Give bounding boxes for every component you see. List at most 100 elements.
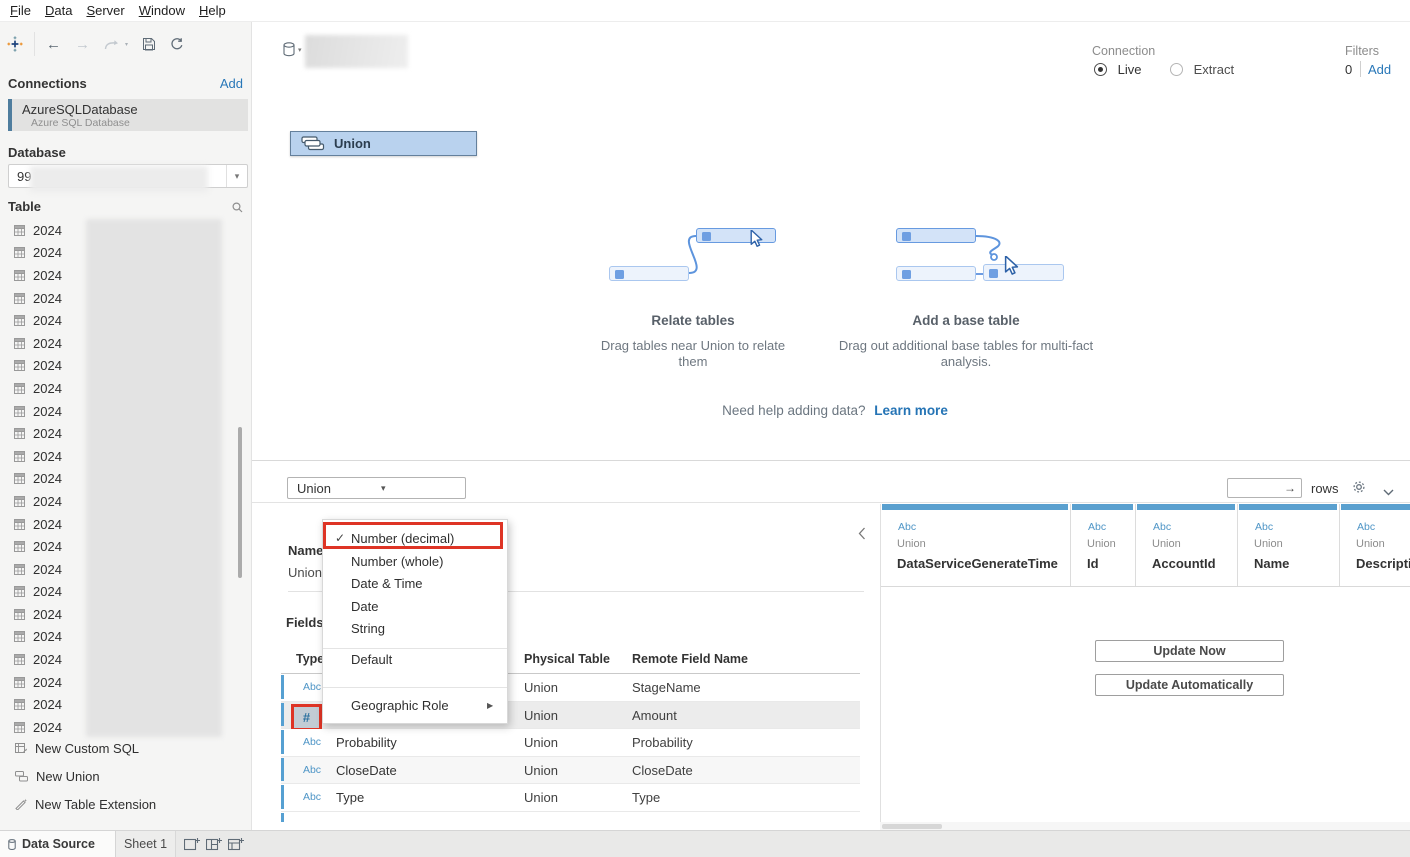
chevron-down-icon: ▾ xyxy=(381,483,456,494)
menu-item-string[interactable]: String xyxy=(351,621,385,637)
new-custom-sql[interactable]: New Custom SQL xyxy=(0,737,252,759)
table-name: 2024 xyxy=(33,494,62,509)
col-header-type[interactable]: Type xyxy=(296,652,324,666)
menu-item-date-time[interactable]: Date & Time xyxy=(351,576,423,592)
menu-item-number-whole[interactable]: Number (whole) xyxy=(351,554,443,570)
grid-column-header[interactable]: Abc Union AccountId xyxy=(1136,504,1238,586)
datasource-icon[interactable] xyxy=(283,42,295,60)
scrollbar-thumb[interactable] xyxy=(882,824,942,829)
grid-horizontal-scrollbar[interactable] xyxy=(880,822,1410,830)
table-icon xyxy=(14,699,25,710)
relate-title: Relate tables xyxy=(593,313,793,328)
forward-button[interactable]: → xyxy=(75,36,90,53)
table-row[interactable]: Abc CloseDate Union CloseDate xyxy=(281,757,860,785)
learn-more-link[interactable]: Learn more xyxy=(874,403,948,418)
table-name: 2024 xyxy=(33,223,62,238)
filters-count: 0 xyxy=(1345,62,1352,77)
table-row[interactable]: Abc Type Union Type xyxy=(281,784,860,812)
chevron-down-icon[interactable]: ▾ xyxy=(226,165,247,187)
grid-column-header[interactable]: Abc Union Id xyxy=(1071,504,1136,586)
table-icon xyxy=(14,519,25,530)
update-now-button[interactable]: Update Now xyxy=(1095,640,1284,662)
new-worksheet-button[interactable] xyxy=(184,837,201,854)
table-name: 2024 xyxy=(33,471,62,486)
cursor-icon xyxy=(750,230,763,248)
menu-divider xyxy=(323,648,507,649)
table-select[interactable]: Union ▾ xyxy=(287,477,466,499)
data-source-icon xyxy=(8,839,16,850)
new-dashboard-button[interactable] xyxy=(206,837,223,854)
menu-item-date[interactable]: Date xyxy=(351,599,378,615)
new-union[interactable]: New Union xyxy=(0,765,252,787)
menu-server[interactable]: Server xyxy=(79,3,131,18)
new-table-extension[interactable]: New Table Extension xyxy=(0,793,252,815)
rows-go-arrow-icon[interactable]: → xyxy=(1284,481,1296,495)
chevron-down-icon[interactable] xyxy=(1383,484,1394,499)
radio-live-dot[interactable] xyxy=(1094,63,1107,76)
field-type-abc[interactable]: Abc xyxy=(296,784,328,812)
column-type-abc: Abc xyxy=(1255,521,1273,533)
redo-icon[interactable]: ▾ xyxy=(104,38,128,51)
grid-column-header[interactable]: Abc Union DataServiceGenerateTime xyxy=(881,504,1071,586)
tab-sheet1[interactable]: Sheet 1 xyxy=(116,831,176,857)
table-icon xyxy=(14,496,25,507)
database-name-redaction xyxy=(30,166,208,192)
panel-divider xyxy=(252,460,1410,461)
table-row-partial[interactable] xyxy=(281,812,860,823)
save-icon[interactable] xyxy=(142,37,156,51)
menu-window[interactable]: Window xyxy=(132,3,192,18)
name-value[interactable]: Union xyxy=(288,565,322,580)
table-name: 2024 xyxy=(33,539,62,554)
datasource-caret-icon[interactable]: ▾ xyxy=(298,46,302,54)
grid-column-header[interactable]: Abc Union Description xyxy=(1340,504,1410,586)
menu-item-number-decimal[interactable]: Number (decimal) xyxy=(351,531,454,547)
union-table-node[interactable]: Union xyxy=(290,131,477,156)
fields-label: Fields xyxy=(286,615,324,630)
table-icon xyxy=(14,293,25,304)
connection-type: Azure SQL Database xyxy=(31,117,130,129)
col-header-remote-field-name[interactable]: Remote Field Name xyxy=(632,652,748,666)
table-icon xyxy=(14,270,25,281)
radio-live-label: Live xyxy=(1118,62,1142,77)
column-type-abc: Abc xyxy=(1153,521,1171,533)
datasource-name-redaction xyxy=(305,35,408,68)
field-name: Probability xyxy=(336,729,397,757)
column-accent-bar xyxy=(1341,504,1410,510)
new-story-button[interactable] xyxy=(228,837,245,854)
menu-item-default[interactable]: Default xyxy=(351,652,392,668)
table-row[interactable]: Abc Probability Union Probability xyxy=(281,729,860,757)
field-type-number-icon-annotated[interactable]: # xyxy=(291,704,322,731)
menu-data[interactable]: Data xyxy=(38,3,79,18)
table-name: 2024 xyxy=(33,404,62,419)
tab-data-source[interactable]: Data Source xyxy=(0,831,116,857)
menu-file[interactable]: File xyxy=(3,3,38,18)
sidebar-scrollbar[interactable] xyxy=(238,427,242,578)
col-header-physical-table[interactable]: Physical Table xyxy=(524,652,610,666)
filters-divider xyxy=(1360,61,1361,77)
connection-item[interactable]: AzureSQLDatabase Azure SQL Database xyxy=(8,99,248,131)
radio-live[interactable]: Live xyxy=(1094,62,1141,77)
menu-item-geographic-role[interactable]: Geographic Role xyxy=(351,698,449,714)
update-automatically-button[interactable]: Update Automatically xyxy=(1095,674,1284,696)
table-select-value: Union xyxy=(297,481,372,496)
search-icon[interactable] xyxy=(232,201,243,216)
back-button[interactable]: ← xyxy=(46,36,61,53)
collapse-panel-chevron-icon[interactable] xyxy=(858,527,866,543)
filters-add-link[interactable]: Add xyxy=(1368,62,1391,77)
rows-label: rows xyxy=(1311,481,1338,496)
tableau-logo-icon[interactable] xyxy=(7,36,23,52)
union-icon xyxy=(15,771,28,782)
row-accent-bar xyxy=(281,703,284,727)
radio-extract-dot[interactable] xyxy=(1170,63,1183,76)
menu-help[interactable]: Help xyxy=(192,3,233,18)
remote-field-name: Probability xyxy=(632,729,693,757)
field-type-abc[interactable]: Abc xyxy=(296,729,328,757)
row-accent-bar xyxy=(281,758,284,782)
radio-extract[interactable]: Extract xyxy=(1170,62,1234,77)
refresh-icon[interactable] xyxy=(170,37,184,51)
add-connection-link[interactable]: Add xyxy=(220,76,243,91)
grid-column-header[interactable]: Abc Union Name xyxy=(1238,504,1340,586)
gear-icon[interactable] xyxy=(1351,479,1367,498)
field-type-abc[interactable]: Abc xyxy=(296,757,328,785)
table-icon xyxy=(14,428,25,439)
